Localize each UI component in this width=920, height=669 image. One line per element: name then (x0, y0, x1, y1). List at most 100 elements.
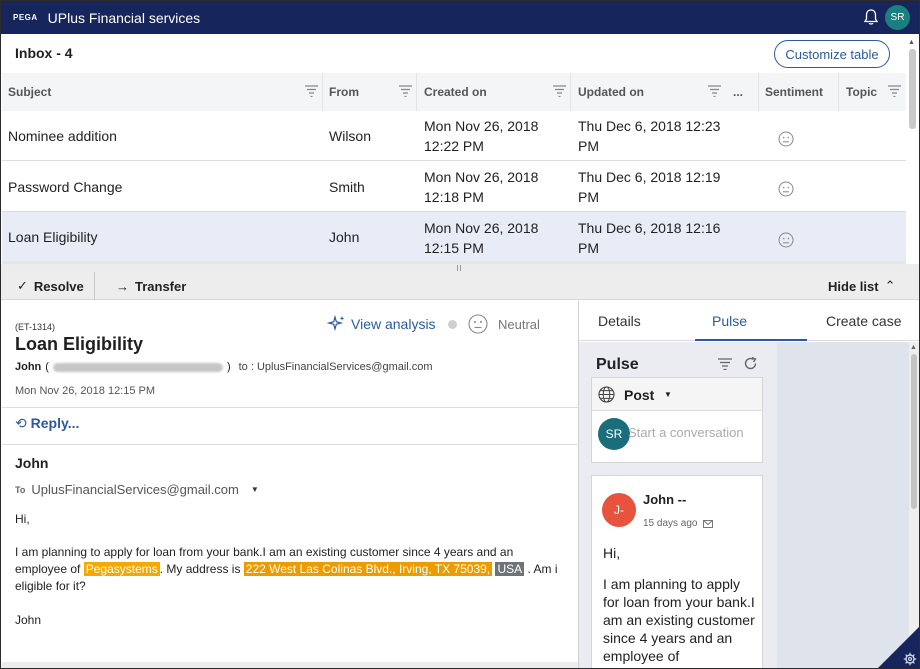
neutral-face-icon (778, 131, 794, 147)
message-body: Hi, I am planning to apply for loan from… (603, 545, 755, 664)
hide-list-button[interactable]: Hide list ⌃ (828, 272, 895, 300)
neutral-face-icon (778, 181, 794, 197)
pulse-panel-side (777, 342, 909, 668)
refresh-icon[interactable] (743, 356, 758, 371)
column-header-sentiment[interactable]: Sentiment (765, 73, 823, 111)
entity-country[interactable]: USA (495, 562, 525, 576)
row-created-on: Mon Nov 26, 2018 12:18 PM (424, 169, 539, 205)
entity-organization[interactable]: Pegasystems (83, 562, 160, 576)
email-signature: John (15, 613, 42, 627)
from-name: John (15, 361, 42, 373)
row-subject[interactable]: Nominee addition (8, 128, 117, 144)
column-header-more[interactable]: ... (733, 73, 743, 111)
row-from: Smith (329, 179, 365, 195)
filter-icon[interactable] (399, 85, 412, 97)
entity-address[interactable]: 222 West Las Colinas Blvd., Irving, TX 7… (243, 562, 493, 576)
email-greeting: Hi, (15, 512, 30, 526)
reply-link[interactable]: ⟲ Reply... (15, 415, 79, 432)
pega-logo: PEGA (13, 13, 38, 22)
column-header-subject[interactable]: Subject (8, 73, 51, 111)
active-tab-indicator (695, 339, 807, 341)
row-from: Wilson (329, 128, 372, 144)
redacted-email (52, 362, 223, 372)
filter-icon[interactable] (553, 85, 566, 97)
row-updated-on: Thu Dec 6, 2018 12:19 PM (578, 169, 721, 205)
avatar: SR (598, 418, 630, 450)
email-date: Mon Nov 26, 2018 12:15 PM (15, 385, 156, 397)
row-created-on: Mon Nov 26, 2018 12:22 PM (424, 118, 539, 154)
tab-pulse[interactable]: Pulse (712, 301, 747, 341)
action-bar: ✓ Resolve → Transfer Hide list ⌃ (1, 272, 919, 300)
envelope-icon (702, 519, 713, 528)
app-title: UPlus Financial services (47, 9, 201, 26)
post-visibility-selector[interactable]: Post ▼ (592, 378, 762, 411)
scrollbar-thumb[interactable] (911, 354, 917, 509)
chevron-up-icon: ⌃ (884, 278, 896, 293)
divider (94, 272, 95, 300)
case-id: (ET-1314) (15, 322, 56, 332)
resolve-button[interactable]: ✓ Resolve (17, 272, 84, 300)
tab-details[interactable]: Details (598, 301, 641, 341)
column-header-topic[interactable]: Topic (846, 73, 877, 111)
status-dot (448, 320, 457, 329)
bell-icon[interactable] (863, 8, 879, 26)
table-scrollbar[interactable] (909, 49, 916, 129)
row-subject[interactable]: Password Change (8, 179, 122, 195)
table-row[interactable]: Nominee addition Wilson Mon Nov 26, 2018… (2, 111, 906, 161)
row-from: John (329, 229, 360, 245)
table-row[interactable]: Password Change Smith Mon Nov 26, 2018 12… (2, 162, 906, 212)
column-header-updated-on[interactable]: Updated on (578, 73, 644, 111)
to-address-inline: to : UplusFinancialServices@gmail.com (238, 361, 433, 373)
gear-icon[interactable] (903, 652, 917, 666)
row-subject[interactable]: Loan Eligibility (8, 229, 98, 245)
neutral-face-icon (468, 314, 488, 334)
filter-icon[interactable] (888, 85, 901, 97)
divider (2, 444, 578, 445)
transfer-button[interactable]: → Transfer (116, 272, 186, 300)
chevron-down-icon: ▼ (664, 390, 672, 399)
app-frame: PEGA UPlus Financial services SR Inbox -… (0, 0, 920, 669)
column-separator (570, 73, 571, 111)
column-separator (416, 73, 417, 111)
customize-table-button[interactable]: Customize table (774, 40, 890, 68)
column-separator (322, 73, 323, 111)
column-header-from[interactable]: From (329, 73, 359, 111)
pane-footer (2, 662, 578, 668)
filter-icon[interactable] (305, 85, 318, 97)
pulse-message: J- John -- 15 days ago Hi, I am planning… (591, 475, 763, 668)
row-updated-on: Thu Dec 6, 2018 12:23 PM (578, 118, 721, 154)
right-panel-tabs: Details Pulse Create case (579, 301, 919, 341)
message-author[interactable]: John -- (643, 492, 686, 507)
email-from-line: John ( ) to : UplusFinancialServices@gma… (15, 361, 433, 373)
splitter-grip-icon[interactable] (457, 265, 461, 271)
message-time: 15 days ago (643, 518, 713, 529)
inbox-title: Inbox - 4 (15, 45, 73, 61)
avatar: J- (602, 493, 636, 527)
row-updated-on: Thu Dec 6, 2018 12:16 PM (578, 220, 721, 256)
divider (2, 407, 578, 408)
tab-create-case[interactable]: Create case (826, 301, 901, 341)
neutral-face-icon (778, 232, 794, 248)
column-header-created-on[interactable]: Created on (424, 73, 487, 111)
scroll-up-arrow-icon[interactable]: ▲ (910, 344, 917, 351)
checkmark-icon: ✓ (17, 278, 28, 293)
case-title: Loan Eligibility (15, 334, 144, 354)
pulse-title: Pulse (596, 356, 639, 373)
view-analysis-link[interactable]: View analysis (327, 314, 436, 334)
reply-icon: ⟲ (15, 415, 27, 431)
row-created-on: Mon Nov 26, 2018 12:15 PM (424, 220, 539, 256)
chevron-down-icon[interactable]: ▼ (251, 485, 259, 494)
user-avatar[interactable]: SR (885, 5, 910, 30)
scroll-up-arrow-icon[interactable]: ▲ (908, 39, 915, 46)
filter-icon[interactable] (708, 85, 721, 97)
arrow-right-icon: → (116, 278, 129, 294)
conversation-input[interactable]: Start a conversation (628, 424, 758, 452)
table-row-selected[interactable]: Loan Eligibility John Mon Nov 26, 2018 12… (2, 212, 906, 262)
filter-icon[interactable] (718, 358, 732, 370)
to-address: UplusFinancialServices@gmail.com (31, 482, 239, 497)
email-to-line[interactable]: To UplusFinancialServices@gmail.com ▼ (15, 482, 259, 497)
email-sender: John (15, 455, 49, 471)
column-separator (758, 73, 759, 111)
email-body: I am planning to apply for loan from you… (15, 545, 558, 593)
post-composer: Post ▼ SR Start a conversation (591, 377, 763, 463)
